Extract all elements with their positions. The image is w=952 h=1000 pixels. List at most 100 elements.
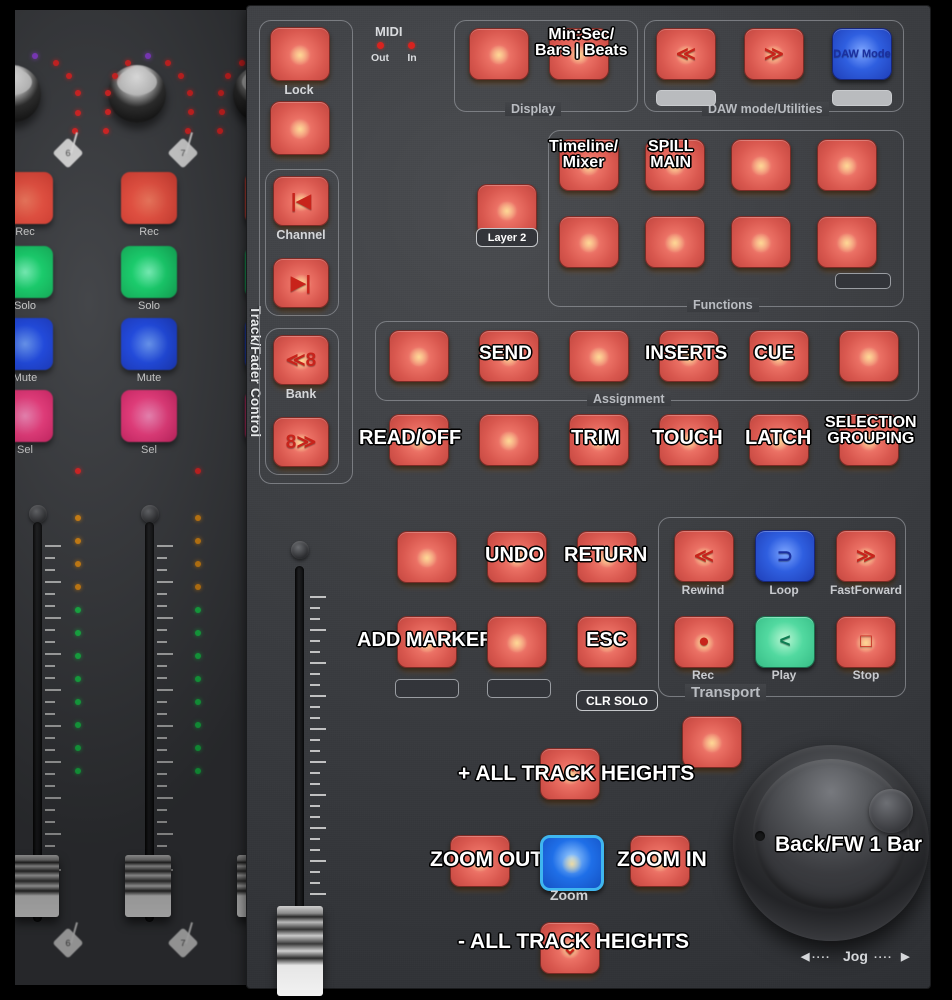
meter-led [195,768,201,774]
display-button-1[interactable] [469,28,529,80]
midi-out-led [377,42,384,49]
channel-rec-button[interactable] [121,172,177,224]
edit-button-5[interactable] [487,616,547,668]
channel-solo-button[interactable] [121,246,177,298]
meter-led [75,768,81,774]
strip-number-badge: 7 [167,927,199,959]
rewind-button[interactable]: ≪ [674,530,734,582]
encoder-led [145,53,151,59]
daw-group-label: DAW mode/Utilities [702,102,829,116]
channel-next-button[interactable]: ▶| [273,258,329,308]
meter-led [195,676,201,682]
bank-label: Bank [285,387,317,401]
button-glow [415,548,439,568]
channel-mute-button[interactable] [15,318,53,370]
fader-cap[interactable] [125,855,171,917]
rec-button[interactable]: ● [674,616,734,668]
loop-button[interactable]: ⊃ [755,530,815,582]
function-button-8[interactable] [817,216,877,268]
meter-led [75,515,81,521]
panel-fader-cap[interactable] [277,906,323,996]
encoder-led [187,90,193,96]
jog-wheel-dimple[interactable] [869,789,913,833]
panel-screw [141,505,159,523]
meter-led [75,676,81,682]
midi-in-label: In [407,52,417,64]
functions-scribble-strip [835,273,891,289]
shift-button[interactable] [270,101,330,155]
button-glow [495,201,519,221]
daw-prev-button[interactable]: ≪ [656,28,716,80]
selection-grouping-label: SELECTION GROUPING [825,414,917,448]
bank-prev-button[interactable]: ≪8 [273,335,329,385]
daw-next-button[interactable]: ≫ [744,28,804,80]
meter-led [75,745,81,751]
zoom-mode-button[interactable] [540,835,604,891]
jog-wheel-hole [755,831,765,841]
meter-led [75,607,81,613]
add-marker-label: ADD MARKER [357,629,494,651]
function-button-3[interactable] [731,139,791,191]
midi-out-label: Out [370,52,390,64]
channel-sel-button[interactable] [121,390,177,442]
channel-solo-label: Solo [15,300,37,312]
play-button[interactable]: < [755,616,815,668]
function-button-6[interactable] [645,216,705,268]
button-glow [505,633,529,653]
stop-icon: □ [860,631,872,652]
function-button-7[interactable] [731,216,791,268]
function-button-2-label: SPILL MAIN [648,138,694,172]
function-button-4[interactable] [817,139,877,191]
assignment-button-6[interactable] [839,330,899,382]
channel-rec-label: Rec [139,226,159,238]
assignment-group-label: Assignment [587,392,671,406]
channel-sel-label: Sel [17,444,33,456]
fastforward-button[interactable]: ≫ [836,530,896,582]
assignment-cue-label: CUE [754,343,795,364]
meter-led [75,630,81,636]
daw-mode-button[interactable]: DAW Mode [832,28,892,80]
play-label: Play [771,668,797,682]
assignment-button-1[interactable] [389,330,449,382]
channel-mute-button[interactable] [121,318,177,370]
button-glow [497,431,521,451]
lock-button[interactable] [270,27,330,81]
function-button-5[interactable] [559,216,619,268]
daw-mode-label: DAW Mode [833,48,891,60]
channel-solo-button[interactable] [15,246,53,298]
meter-led [75,468,81,474]
assignment-button-3[interactable] [569,330,629,382]
jog-wheel-label: Back/FW 1 Bar [775,833,923,856]
encoder-led [178,73,184,79]
rewind-icon: ≪ [694,545,714,567]
bank-next-button[interactable]: 8≫ [273,417,329,467]
button-glow [700,733,724,753]
meter-led [195,468,201,474]
encoder-led [53,60,59,66]
channel-rec-button[interactable] [15,172,53,224]
nav-extra-button[interactable] [682,716,742,768]
encoder-led [105,90,111,96]
channel-rec-label: Rec [15,226,35,238]
encoder-led [239,60,245,66]
button-glow [288,119,312,139]
fastforward-label: FastForward [829,583,902,597]
channel-sel-button[interactable] [15,390,53,442]
automation-button-2[interactable] [479,414,539,466]
return-label: RETURN [564,544,648,566]
stop-button[interactable]: □ [836,616,896,668]
midi-title: MIDI [375,24,403,39]
clr-solo-label: CLR SOLO [576,690,658,711]
edit-button-1[interactable] [397,531,457,583]
meter-led [195,561,201,567]
fader-cap[interactable] [15,855,59,917]
strip-number: 6 [65,148,71,158]
channel-label: Channel [276,228,326,242]
daw-prev-icon: ≪ [676,43,696,65]
jog-fader-slot[interactable] [295,566,304,911]
channel-prev-button[interactable]: |◀ [273,176,329,226]
pan-knob[interactable] [15,65,41,123]
functions-group-label: Functions [687,298,759,312]
daw-scribble-strip-1 [656,90,716,106]
encoder-led [165,60,171,66]
